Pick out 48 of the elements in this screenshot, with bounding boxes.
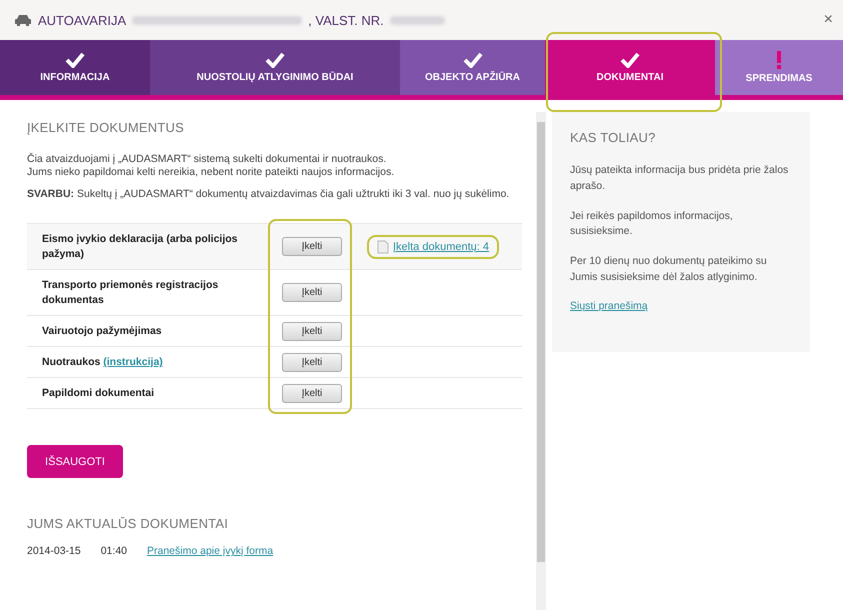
close-button[interactable]: × bbox=[824, 11, 833, 29]
exclamation-icon bbox=[776, 51, 782, 69]
panel-text: Jei reikės papildomos informacijos, susisieksime. bbox=[570, 208, 734, 240]
upload-button[interactable]: Įkelti bbox=[282, 322, 342, 341]
tab-label: INFORMACIJA bbox=[40, 72, 110, 83]
instruction-link[interactable]: (instrukcija) bbox=[103, 356, 163, 368]
send-message-link[interactable]: Siųsti pranešimą bbox=[570, 300, 648, 312]
window-title: AUTOAVARIJA bbox=[38, 12, 126, 28]
checkmark-icon bbox=[65, 52, 85, 68]
upload-button[interactable]: Įkelti bbox=[282, 283, 342, 302]
step-tab[interactable]: SPRENDIMAS bbox=[715, 40, 843, 95]
note-text: SVARBU: Sukeltų į „AUDASMART“ dokumentų atvaizdavimas čia gali užtrukti iki 3 val. nuo jų sukėlimo. bbox=[27, 188, 510, 202]
document-label: Eismo įvykio deklaracija (arba policijos pažyma) bbox=[41, 232, 239, 262]
uploaded-documents-link[interactable]: Įkelta dokumentų: 4 bbox=[393, 240, 490, 253]
save-button[interactable]: IŠSAUGOTI bbox=[27, 445, 123, 478]
panel-heading: KAS TOLIAU? bbox=[570, 130, 657, 145]
upload-button[interactable]: Įkelti bbox=[282, 384, 342, 403]
tab-label: DOKUMENTAI bbox=[596, 72, 664, 83]
step-tab[interactable]: NUOSTOLIŲ ATLYGINIMO BŪDAI bbox=[150, 40, 400, 95]
document-link[interactable]: Pranešimo apie įvykį forma bbox=[147, 545, 274, 558]
step-tab[interactable]: OBJEKTO APŽIŪRA bbox=[400, 40, 545, 95]
section-heading: JUMS AKTUALŪS DOKUMENTAI bbox=[27, 516, 230, 532]
step-tab[interactable]: INFORMACIJA bbox=[0, 40, 150, 95]
document-date: 2014-03-15 bbox=[27, 545, 81, 558]
document-label: Nuotraukos (instrukcija) bbox=[41, 355, 164, 370]
step-tab[interactable]: DOKUMENTAI bbox=[545, 40, 715, 95]
window-title: , VALST. NR. bbox=[308, 12, 384, 28]
panel-text: Jūsų pateikta informacija bus pridėta prie žalos aprašo. bbox=[570, 163, 790, 194]
document-icon bbox=[377, 240, 389, 254]
checkmark-icon bbox=[620, 52, 640, 68]
scrollbar[interactable] bbox=[536, 112, 546, 610]
checkmark-icon bbox=[265, 52, 285, 68]
panel-text: Per 10 dienų nuo dokumentų pateikimo su Jumis susisieksime dėl žalos atlyginimo. bbox=[570, 254, 768, 285]
intro-text: Čia atvaizduojami į „AUDASMART“ sistemą sukelti dokumentai ir nuotraukos. Jums nieko papildomai kelti nereikia, nebent norite pateikti naujos informacijos. bbox=[27, 153, 396, 180]
section-heading: ĮKELKITE DOKUMENTUS bbox=[27, 120, 185, 135]
document-time: 01:40 bbox=[100, 545, 127, 558]
scrollbar-thumb[interactable] bbox=[537, 122, 545, 562]
car-icon bbox=[14, 14, 32, 26]
redacted-text bbox=[390, 16, 445, 24]
tab-label: NUOSTOLIŲ ATLYGINIMO BŪDAI bbox=[196, 72, 354, 83]
tab-label: SPRENDIMAS bbox=[746, 73, 812, 84]
upload-button[interactable]: Įkelti bbox=[282, 352, 342, 372]
document-label: Vairuotojo pažymėjimas bbox=[41, 324, 163, 339]
tab-label: OBJEKTO APŽIŪRA bbox=[424, 72, 520, 83]
upload-button[interactable]: Įkelti bbox=[282, 237, 342, 256]
document-label: Papildomi dokumentai bbox=[41, 386, 156, 401]
document-label: Transporto priemonės registracijos dokumentas bbox=[41, 278, 220, 308]
checkmark-icon bbox=[462, 52, 482, 68]
